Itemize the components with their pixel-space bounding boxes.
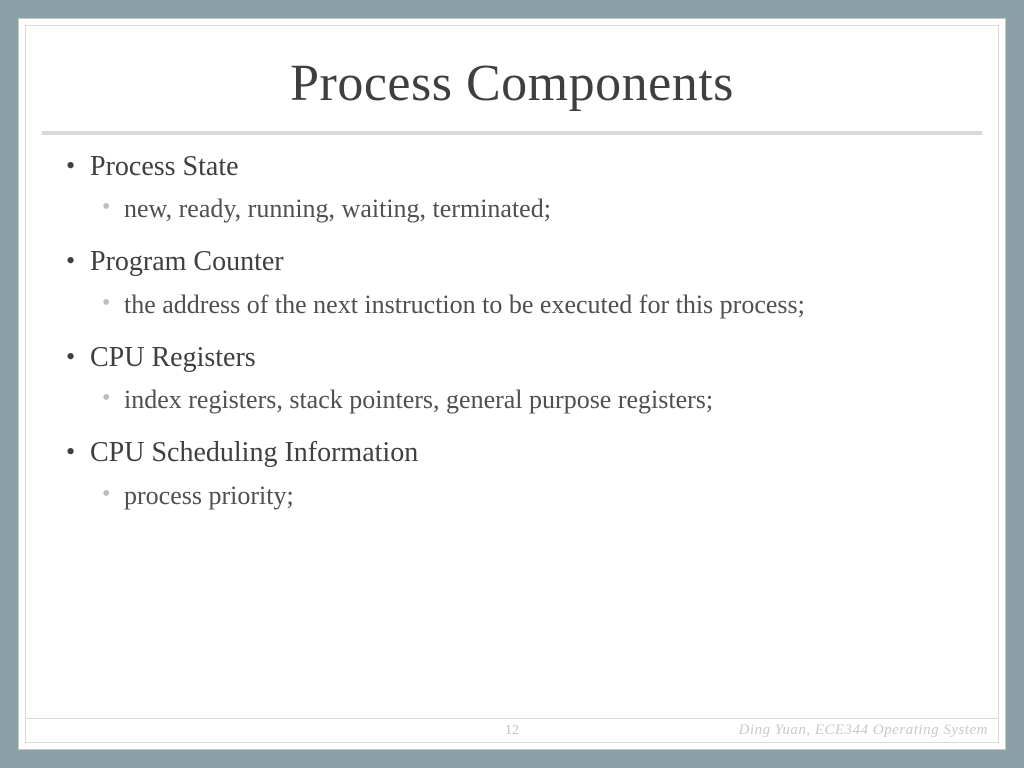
slide-inner: Process Components Process State new, re… bbox=[25, 25, 999, 743]
list-item: Process State new, ready, running, waiti… bbox=[62, 149, 962, 226]
sub-item: index registers, stack pointers, general… bbox=[62, 382, 962, 417]
page-number: 12 bbox=[505, 723, 519, 739]
sub-list: the address of the next instruction to b… bbox=[62, 287, 962, 322]
footer-author: Ding Yuan, ECE344 Operating System bbox=[739, 722, 988, 739]
bullet-list: Process State new, ready, running, waiti… bbox=[62, 149, 962, 513]
slide-content: Process State new, ready, running, waiti… bbox=[26, 149, 998, 718]
bullet-label: Program Counter bbox=[62, 244, 962, 280]
bullet-label: CPU Registers bbox=[62, 340, 962, 376]
list-item: Program Counter the address of the next … bbox=[62, 244, 962, 321]
slide-frame: Process Components Process State new, re… bbox=[18, 18, 1006, 750]
sub-item: new, ready, running, waiting, terminated… bbox=[62, 191, 962, 226]
sub-list: index registers, stack pointers, general… bbox=[62, 382, 962, 417]
slide-footer: 12 Ding Yuan, ECE344 Operating System bbox=[26, 718, 998, 742]
list-item: CPU Scheduling Information process prior… bbox=[62, 435, 962, 512]
list-item: CPU Registers index registers, stack poi… bbox=[62, 340, 962, 417]
bullet-label: CPU Scheduling Information bbox=[62, 435, 962, 471]
sub-list: process priority; bbox=[62, 478, 962, 513]
sub-item: the address of the next instruction to b… bbox=[62, 287, 962, 322]
sub-item: process priority; bbox=[62, 478, 962, 513]
slide-title: Process Components bbox=[46, 54, 978, 113]
title-divider bbox=[42, 131, 982, 135]
sub-list: new, ready, running, waiting, terminated… bbox=[62, 191, 962, 226]
title-area: Process Components bbox=[26, 26, 998, 131]
bullet-label: Process State bbox=[62, 149, 962, 185]
